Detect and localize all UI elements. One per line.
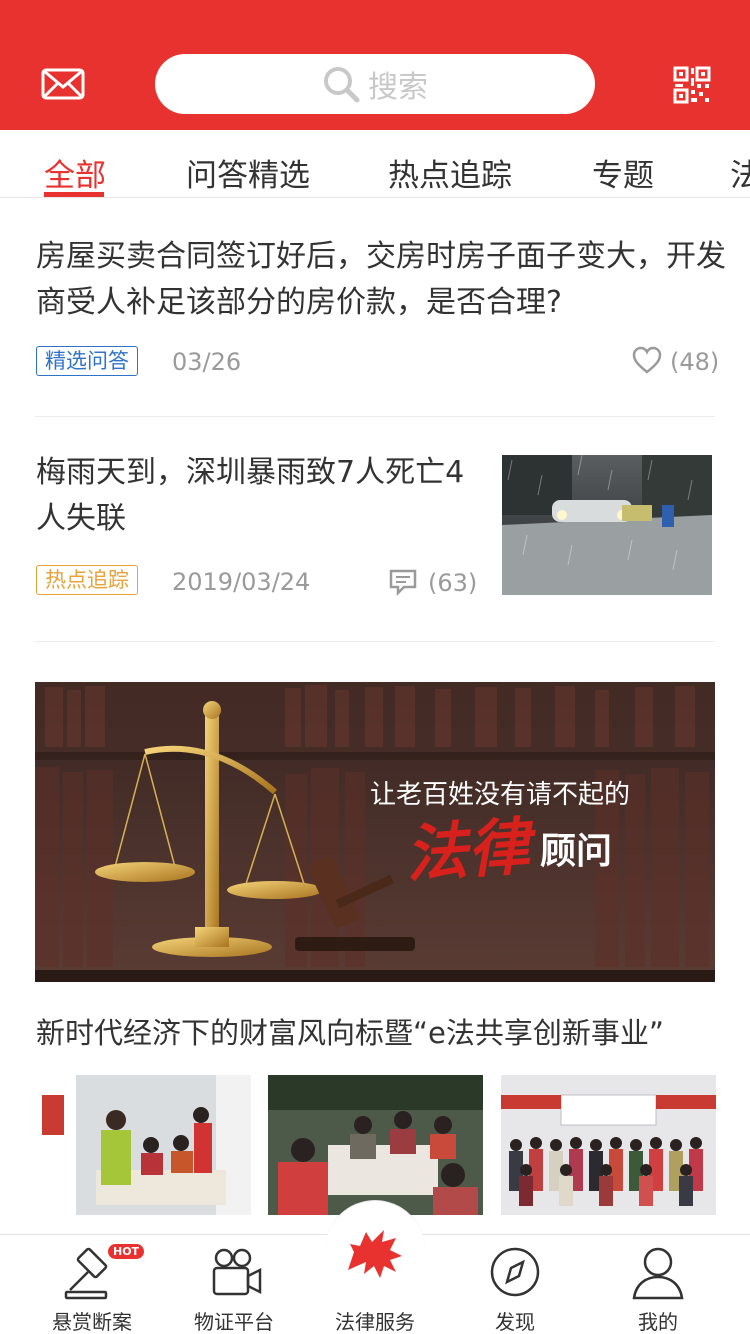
- tab-law[interactable]: 法: [730, 150, 750, 195]
- rain-street-photo[interactable]: [502, 455, 712, 595]
- article-title[interactable]: 房屋买卖合同签订好后，交房时房子面子变大，开发商受人补足该部分的房价款，是否合理…: [36, 234, 726, 326]
- divider: [35, 416, 715, 417]
- dragon-logo-icon: [348, 1230, 402, 1278]
- nav-label: 发现: [495, 1310, 535, 1334]
- user-icon: [632, 1247, 684, 1300]
- active-tab-indicator: [44, 192, 104, 197]
- event-photo[interactable]: [36, 1075, 251, 1215]
- category-tabs: 全部 问答精选 热点追踪 专题 法: [0, 130, 750, 198]
- comment-count: (63): [428, 569, 478, 597]
- heart-icon[interactable]: [632, 346, 662, 374]
- tab-topics[interactable]: 专题: [592, 150, 654, 195]
- article-title[interactable]: 梅雨天到，深圳暴雨致7人死亡4人失联: [36, 450, 486, 542]
- banner-script-text: 法律: [402, 809, 532, 892]
- tab-hot-tracking[interactable]: 热点追踪: [388, 150, 512, 195]
- nav-label: 我的: [638, 1310, 678, 1334]
- article-title[interactable]: 新时代经济下的财富风向标暨“e法共享创新事业”: [36, 1010, 726, 1052]
- nav-discover[interactable]: [445, 1244, 585, 1300]
- tab-all[interactable]: 全部: [44, 150, 106, 195]
- tab-qa-selected[interactable]: 问答精选: [186, 150, 310, 195]
- category-tag: 精选问答: [36, 346, 138, 376]
- bookshelf-scales-image: [35, 682, 715, 982]
- mail-icon[interactable]: [41, 68, 85, 100]
- divider: [35, 641, 715, 642]
- nav-evidence-platform[interactable]: [164, 1244, 304, 1300]
- nav-legal-services[interactable]: [305, 1222, 445, 1282]
- banner-highlight: 顾问: [540, 831, 613, 872]
- nav-me[interactable]: [588, 1244, 728, 1300]
- search-icon: [324, 67, 360, 103]
- nav-label: 悬赏断案: [52, 1310, 132, 1334]
- comment-icon[interactable]: [388, 568, 418, 596]
- event-photo[interactable]: [268, 1075, 483, 1215]
- compass-icon: [490, 1247, 540, 1297]
- article-date: 2019/03/24: [172, 568, 311, 596]
- search-placeholder: 搜索: [368, 70, 428, 105]
- nav-label: 物证平台: [194, 1310, 274, 1334]
- video-camera-icon: [212, 1248, 262, 1296]
- event-photo[interactable]: [501, 1075, 716, 1215]
- search-bar[interactable]: 搜索: [155, 54, 595, 114]
- hot-badge: HOT: [108, 1244, 145, 1259]
- like-count: (48): [670, 348, 720, 376]
- nav-label: 法律服务: [335, 1310, 415, 1334]
- article-date: 03/26: [172, 348, 242, 376]
- qr-code-icon[interactable]: [673, 66, 711, 104]
- legal-advisor-banner[interactable]: 让老百姓没有请不起的 法律 顾问: [35, 682, 715, 982]
- category-tag: 热点追踪: [36, 565, 138, 595]
